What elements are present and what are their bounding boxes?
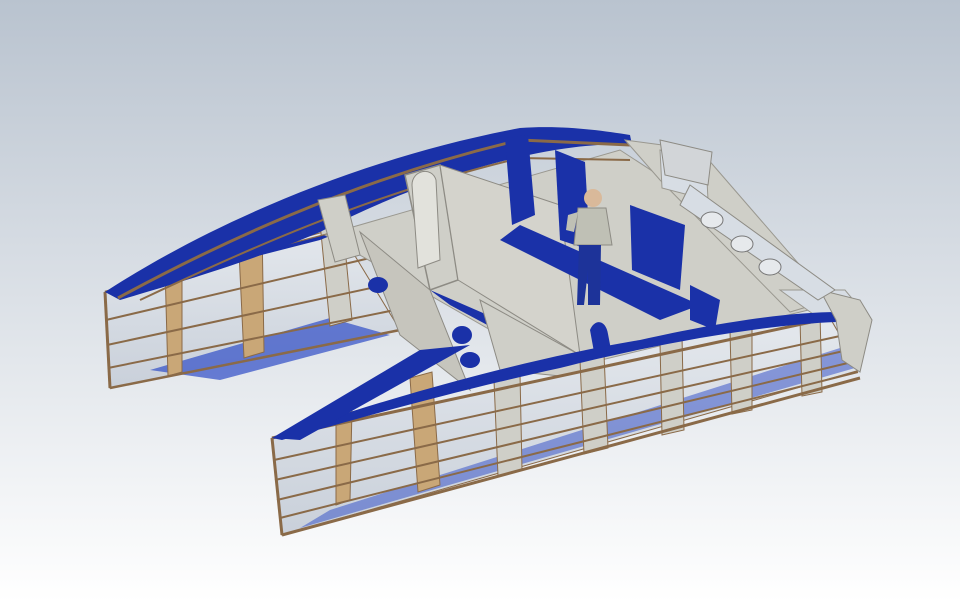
catamaran-model-render [0, 0, 960, 602]
cad-viewport[interactable] [0, 0, 960, 602]
